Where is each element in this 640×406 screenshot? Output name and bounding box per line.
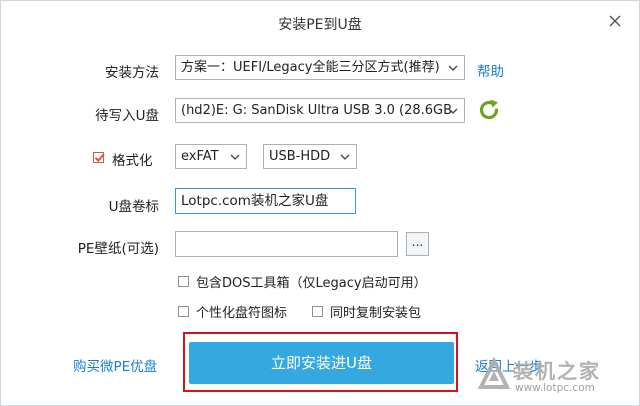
wallpaper-input[interactable] — [175, 231, 398, 257]
install-method-label: 安装方法 — [105, 65, 159, 81]
include-dos-label[interactable]: 包含DOS工具箱（仅Legacy启动可用） — [196, 272, 427, 291]
close-button[interactable] — [605, 11, 625, 31]
target-disk-label: 待写入U盘 — [95, 108, 159, 124]
checkmark-icon — [94, 153, 105, 163]
title-bar: 安装PE到U盘 — [1, 1, 639, 45]
chevron-down-icon — [448, 108, 458, 114]
filesystem-value: exFAT — [181, 149, 219, 164]
wallpaper-label: PE壁纸(可选) — [77, 241, 159, 257]
volume-label-input[interactable]: Lotpc.com装机之家U盘 — [175, 188, 356, 214]
include-dos-checkbox[interactable] — [178, 276, 189, 287]
volume-label-label: U盘卷标 — [108, 199, 159, 215]
format-checkbox[interactable] — [93, 152, 105, 163]
copy-installer-label[interactable]: 同时复制安装包 — [330, 302, 421, 321]
buy-usb-link[interactable]: 购买微PE优盘 — [73, 355, 157, 375]
watermark-text: 装机之家 — [513, 359, 601, 383]
target-disk-value: (hd2)E: G: SanDisk Ultra USB 3.0 (28.6GB — [181, 103, 453, 118]
install-pe-dialog: 安装PE到U盘 安装方法 方案一：UEFI/Legacy全能三分区方式(推荐) … — [0, 0, 640, 406]
watermark-logo-icon — [477, 357, 511, 389]
boot-mode-select[interactable]: USB-HDD — [263, 144, 357, 169]
filesystem-select[interactable]: exFAT — [175, 144, 247, 169]
browse-button[interactable]: ... — [406, 232, 429, 256]
refresh-icon — [479, 99, 499, 120]
target-disk-select[interactable]: (hd2)E: G: SanDisk Ultra USB 3.0 (28.6GB — [175, 98, 465, 123]
help-link[interactable]: 帮助 — [477, 60, 504, 80]
install-to-usb-button[interactable]: 立即安装进U盘 — [189, 342, 454, 384]
watermark: 装机之家 www.lotpc.com — [473, 353, 631, 399]
chevron-down-icon — [230, 154, 240, 160]
chevron-down-icon — [340, 154, 350, 160]
refresh-button[interactable] — [477, 98, 501, 126]
copy-installer-checkbox[interactable] — [312, 306, 323, 317]
format-label[interactable]: 格式化 — [112, 149, 153, 169]
close-icon — [609, 15, 621, 27]
watermark-url: www.lotpc.com — [515, 382, 595, 394]
install-method-value: 方案一：UEFI/Legacy全能三分区方式(推荐) — [181, 60, 440, 75]
boot-mode-value: USB-HDD — [269, 149, 331, 164]
install-method-select[interactable]: 方案一：UEFI/Legacy全能三分区方式(推荐) — [175, 55, 465, 80]
chevron-down-icon — [448, 65, 458, 71]
window-title: 安装PE到U盘 — [278, 17, 362, 33]
personalize-icon-label[interactable]: 个性化盘符图标 — [196, 302, 287, 321]
personalize-icon-checkbox[interactable] — [178, 306, 189, 317]
